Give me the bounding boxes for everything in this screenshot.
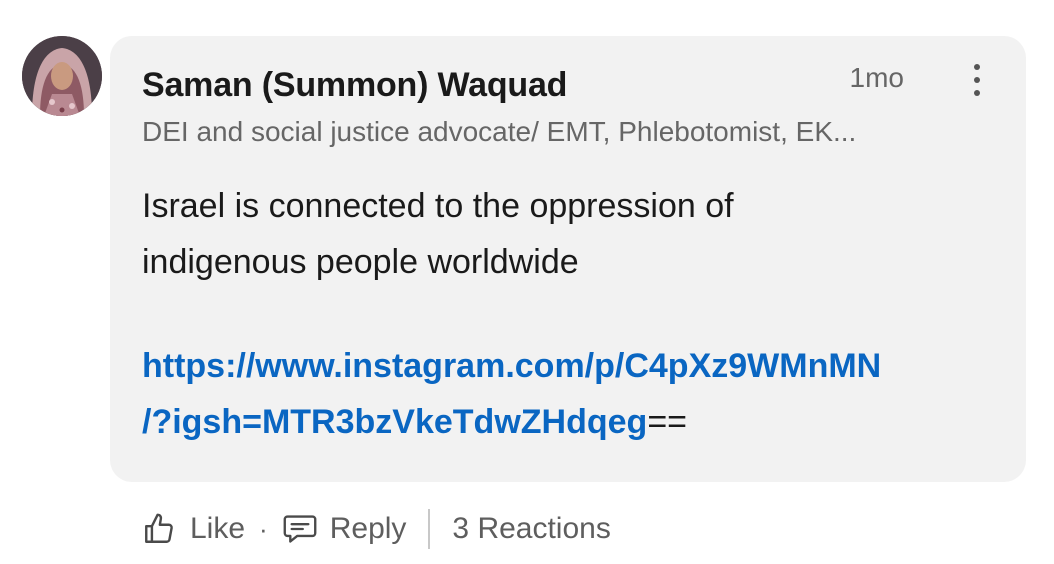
reply-label: Reply bbox=[329, 512, 407, 545]
author-headline: DEI and social justice advocate/ EMT, Ph… bbox=[142, 116, 857, 147]
like-button[interactable]: Like bbox=[142, 512, 245, 546]
comment-item: Saman (Summon) Waquad 1mo DEI and social… bbox=[0, 0, 1054, 564]
comment-timestamp: 1mo bbox=[849, 62, 904, 93]
thumbs-up-icon bbox=[145, 513, 173, 543]
comment-link-block: https://www.instagram.com/p/C4pXz9WMnMN … bbox=[142, 338, 1002, 450]
vertical-ellipsis-icon bbox=[974, 64, 980, 70]
avatar-image bbox=[22, 36, 102, 116]
instagram-link-line-2[interactable]: /?igsh=MTR3bzVkeTdwZHdqeg bbox=[142, 403, 647, 441]
action-separator: · bbox=[259, 513, 268, 544]
instagram-link-line-1[interactable]: https://www.instagram.com/p/C4pXz9WMnMN bbox=[142, 347, 881, 385]
reactions-count-link[interactable]: 3 Reactions bbox=[452, 512, 610, 546]
reactions-count: 3 Reactions bbox=[452, 512, 611, 545]
author-name[interactable]: Saman (Summon) Waquad bbox=[142, 66, 567, 105]
like-label: Like bbox=[190, 512, 246, 545]
actions-divider bbox=[428, 509, 431, 549]
avatar[interactable] bbox=[22, 36, 102, 116]
link-suffix-text: == bbox=[647, 403, 688, 441]
comment-bubble: Saman (Summon) Waquad 1mo DEI and social… bbox=[110, 36, 1026, 482]
speech-bubble-icon bbox=[283, 515, 317, 543]
comment-text-line: indigenous people worldwide bbox=[142, 243, 579, 281]
reply-button[interactable]: Reply bbox=[282, 512, 407, 546]
comment-text: Israel is connected to the oppression of… bbox=[142, 178, 1002, 290]
more-options-button[interactable] bbox=[964, 58, 990, 102]
comment-text-line: Israel is connected to the oppression of bbox=[142, 187, 734, 225]
comment-actions-bar: Like · Reply 3 Reactions bbox=[142, 504, 611, 554]
